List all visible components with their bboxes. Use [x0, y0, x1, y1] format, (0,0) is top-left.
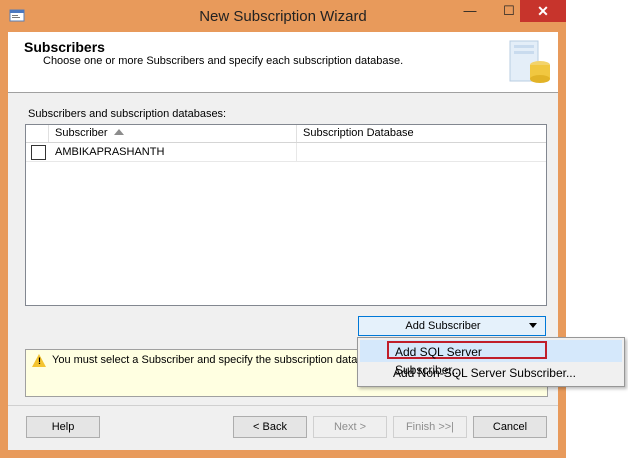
subscribers-list-label: Subscribers and subscription databases:	[28, 108, 227, 120]
menu-item-add-sql-server-subscriber[interactable]: Add SQL Server Subscriber...	[360, 340, 622, 377]
grid-header: Subscriber Subscription Database	[26, 125, 546, 143]
finish-button[interactable]: Finish >>|	[393, 416, 467, 438]
database-wizard-icon	[509, 40, 550, 83]
subscriber-name-cell: AMBIKAPRASHANTH	[55, 146, 165, 158]
validation-message: You must select a Subscriber and specify…	[52, 354, 362, 366]
add-subscriber-label: Add Subscriber	[405, 320, 481, 332]
page-title: Subscribers	[24, 39, 105, 55]
chevron-down-icon	[529, 323, 537, 328]
wizard-window: New Subscription Wizard — ☐ ✕ Subscriber…	[0, 0, 566, 458]
minimize-button[interactable]: —	[457, 0, 483, 22]
next-button[interactable]: Next >	[313, 416, 387, 438]
subscriber-checkbox[interactable]	[31, 145, 46, 160]
cancel-button[interactable]: Cancel	[473, 416, 547, 438]
column-header-subscriber[interactable]: Subscriber	[55, 127, 108, 139]
wizard-header: Subscribers Choose one or more Subscribe…	[8, 32, 558, 93]
footer-divider	[8, 405, 558, 406]
sort-ascending-icon	[114, 129, 124, 135]
maximize-button[interactable]: ☐	[496, 0, 522, 22]
add-subscriber-menu: Add SQL Server Subscriber... Add Non-SQL…	[357, 337, 625, 387]
add-subscriber-button[interactable]: Add Subscriber	[358, 316, 546, 336]
title-bar[interactable]: New Subscription Wizard — ☐ ✕	[0, 0, 566, 32]
help-button[interactable]: Help	[26, 416, 100, 438]
close-button[interactable]: ✕	[520, 0, 566, 22]
menu-item-label: Add SQL Server Subscriber...	[387, 341, 547, 377]
subscribers-grid[interactable]: Subscriber Subscription Database AMBIKAP…	[25, 124, 547, 306]
column-header-subscription-database[interactable]: Subscription Database	[303, 127, 414, 139]
back-button[interactable]: < Back	[233, 416, 307, 438]
menu-item-add-non-sql-server-subscriber[interactable]: Add Non-SQL Server Subscriber...	[360, 362, 622, 384]
page-subtitle: Choose one or more Subscribers and speci…	[43, 55, 404, 67]
menu-item-label: Add Non-SQL Server Subscriber...	[393, 366, 576, 380]
table-row[interactable]: AMBIKAPRASHANTH	[26, 143, 546, 162]
wizard-client-area: Subscribers Choose one or more Subscribe…	[8, 32, 558, 450]
